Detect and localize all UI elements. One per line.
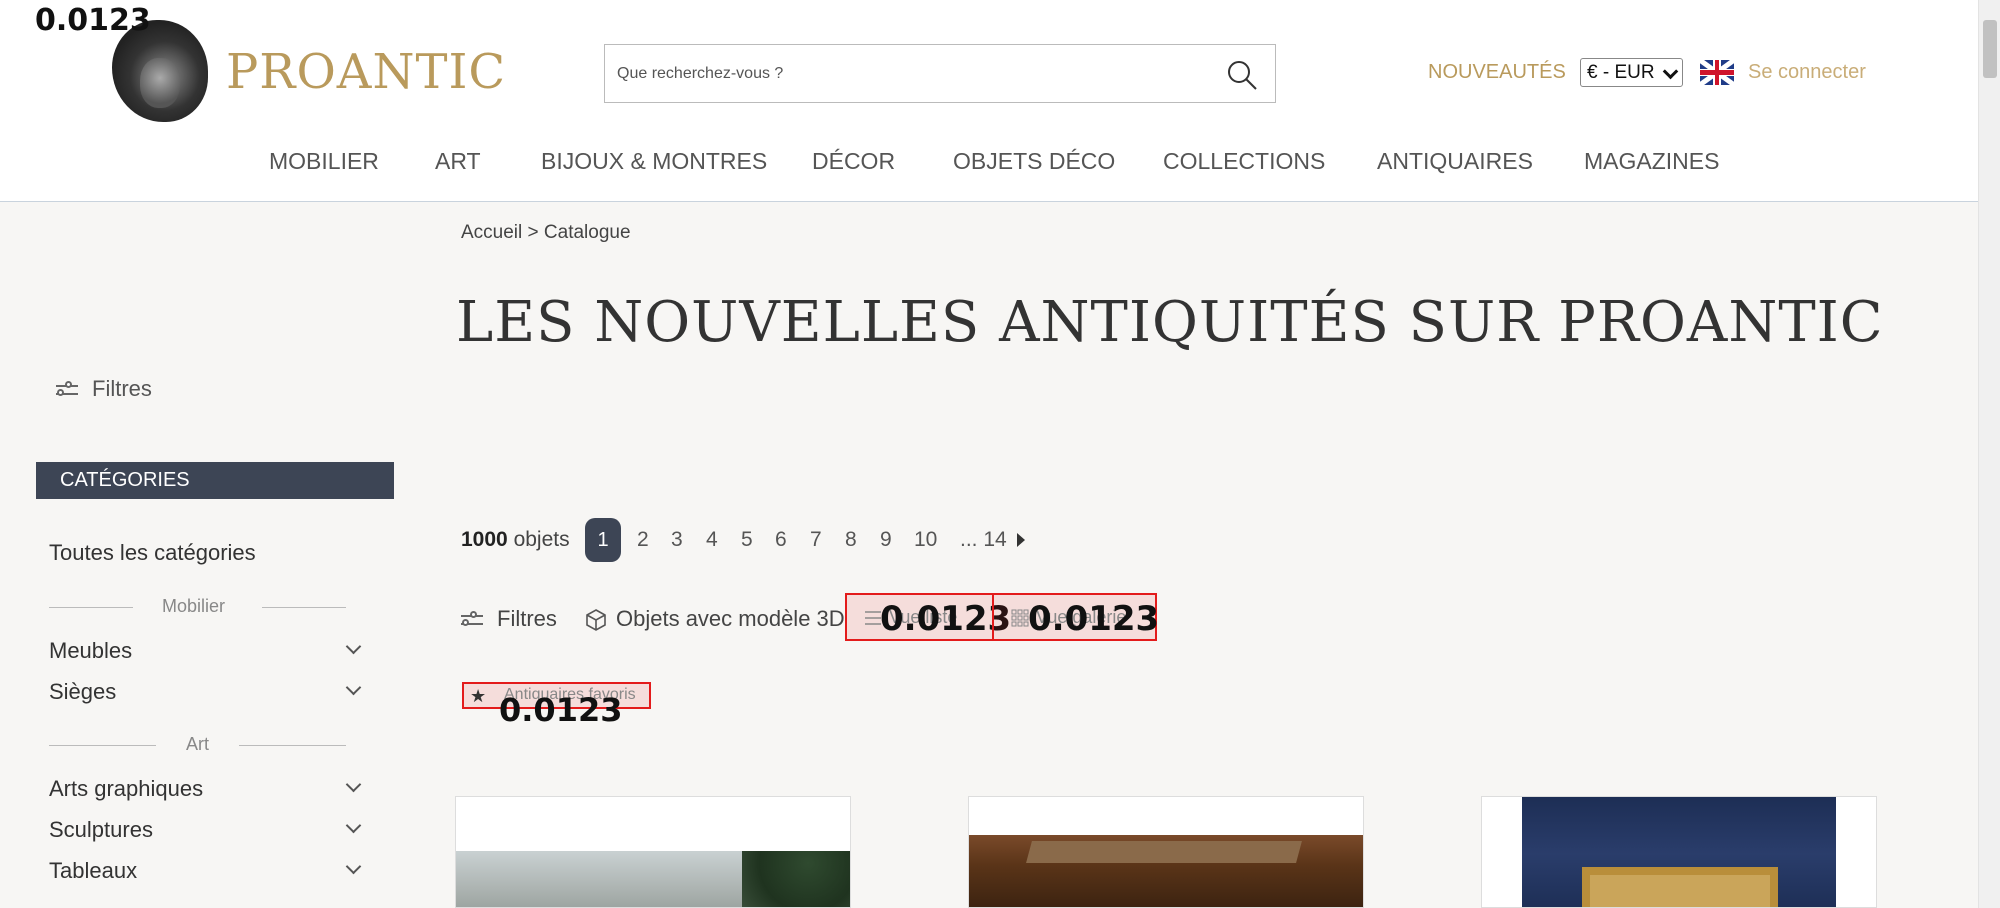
page-1-button[interactable]: 1 <box>585 518 621 562</box>
results-count: 1000 objets <box>461 528 570 552</box>
nav-item-antiquaires[interactable]: ANTIQUAIRES <box>1377 148 1533 175</box>
chevron-down-icon[interactable] <box>345 776 362 793</box>
chevron-down-icon[interactable] <box>345 858 362 875</box>
page-title: LES NOUVELLES ANTIQUITÉS SUR PROANTIC <box>456 290 1884 355</box>
toolbar-filters-label: Filtres <box>497 606 557 631</box>
overlay-number: 0.0123 <box>35 3 151 38</box>
product-card[interactable] <box>1481 796 1877 908</box>
overlay-number: 0.0123 <box>499 691 623 729</box>
grid-icon <box>1011 609 1029 627</box>
nav-item-decor[interactable]: DÉCOR <box>812 148 895 175</box>
uk-flag-icon[interactable] <box>1700 60 1734 85</box>
nav-item-collections[interactable]: COLLECTIONS <box>1163 148 1325 175</box>
product-card[interactable] <box>455 796 851 908</box>
search-icon[interactable] <box>1225 58 1259 92</box>
page-14-link[interactable]: ... 14 <box>960 528 1007 552</box>
page-2-link[interactable]: 2 <box>637 528 649 552</box>
site-header: 0.0123 PROANTIC NOUVEAUTÉS € - EUR Se co… <box>0 0 1978 202</box>
search-input[interactable] <box>617 45 1197 102</box>
logo-text[interactable]: PROANTIC <box>226 44 506 100</box>
chevron-down-icon <box>1662 63 1679 80</box>
scrollbar-thumb[interactable] <box>1983 20 1997 78</box>
page-6-link[interactable]: 6 <box>775 528 787 552</box>
breadcrumb[interactable]: Accueil > Catalogue <box>461 222 631 244</box>
sidebar-filters-label: Filtres <box>92 376 152 401</box>
next-page-icon[interactable] <box>1017 533 1025 547</box>
toolbar-filters-button[interactable]: Filtres <box>461 606 557 632</box>
sidebar-item-all-categories[interactable]: Toutes les catégories <box>49 540 256 566</box>
page-7-link[interactable]: 7 <box>810 528 822 552</box>
page-3-link[interactable]: 3 <box>671 528 683 552</box>
chevron-down-icon[interactable] <box>345 817 362 834</box>
filter-icon <box>56 381 78 398</box>
sidebar-item-sculptures[interactable]: Sculptures <box>49 817 153 843</box>
star-icon: ★ <box>470 686 487 706</box>
sidebar-item-tableaux[interactable]: Tableaux <box>49 858 137 884</box>
login-link[interactable]: Se connecter <box>1748 61 1866 84</box>
overlay-number: 0.0123 <box>1028 599 1160 639</box>
page-8-link[interactable]: 8 <box>845 528 857 552</box>
cube-icon <box>586 609 606 632</box>
currency-select[interactable]: € - EUR <box>1580 58 1683 87</box>
view-grid-button[interactable]: Vue galerie 0.0123 <box>992 593 1160 641</box>
main-nav: MOBILIER ART BIJOUX & MONTRES DÉCOR OBJE… <box>0 148 1978 180</box>
product-image <box>1522 797 1836 907</box>
chevron-down-icon[interactable] <box>345 679 362 696</box>
nav-item-bijoux[interactable]: BIJOUX & MONTRES <box>541 148 767 175</box>
page-4-link[interactable]: 4 <box>706 528 718 552</box>
nouveautes-link[interactable]: NOUVEAUTÉS <box>1428 61 1566 84</box>
divider <box>262 607 346 608</box>
product-image <box>456 851 850 907</box>
page-9-link[interactable]: 9 <box>880 528 892 552</box>
scrollbar[interactable] <box>1978 0 2000 908</box>
search-bar <box>604 44 1276 103</box>
results-count-number: 1000 <box>461 528 508 551</box>
categories-header: CATÉGORIES <box>36 462 394 499</box>
sidebar-item-sieges[interactable]: Sièges <box>49 679 116 705</box>
divider <box>49 745 156 746</box>
product-image <box>969 835 1363 907</box>
section-label-mobilier: Mobilier <box>162 596 226 616</box>
view-list-button[interactable]: Vue liste 0.0123 <box>845 593 1011 641</box>
chevron-down-icon[interactable] <box>345 638 362 655</box>
currency-value: € - EUR <box>1587 62 1655 83</box>
models-3d-label: Objets avec modèle 3D <box>616 606 845 631</box>
favorite-antiquaires-button[interactable]: ★ Antiquaires favoris 0.0123 <box>462 682 651 729</box>
nav-item-magazines[interactable]: MAGAZINES <box>1584 148 1719 175</box>
nav-item-mobilier[interactable]: MOBILIER <box>269 148 379 175</box>
page-5-link[interactable]: 5 <box>741 528 753 552</box>
sidebar-item-meubles[interactable]: Meubles <box>49 638 132 664</box>
filter-icon <box>461 611 483 628</box>
divider <box>239 745 346 746</box>
product-card[interactable] <box>968 796 1364 908</box>
page-10-link[interactable]: 10 <box>914 528 937 552</box>
sidebar-filters-button[interactable]: Filtres <box>56 376 152 402</box>
sidebar-item-arts-graphiques[interactable]: Arts graphiques <box>49 776 203 802</box>
results-count-label: objets <box>513 528 570 551</box>
nav-item-objets-deco[interactable]: OBJETS DÉCO <box>953 148 1115 175</box>
nav-item-art[interactable]: ART <box>435 148 481 175</box>
divider <box>49 607 133 608</box>
models-3d-toggle[interactable]: Objets avec modèle 3D <box>584 606 845 632</box>
section-label-art: Art <box>186 734 210 754</box>
